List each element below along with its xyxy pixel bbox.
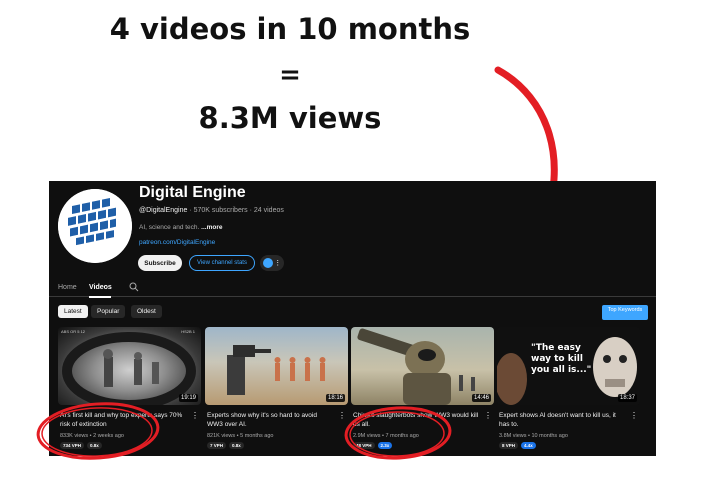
top-keywords-button[interactable]: Top Keywords: [602, 305, 648, 320]
view-channel-stats-button[interactable]: View channel stats: [189, 255, 255, 271]
multiplier-badge: 2.3x: [377, 442, 393, 449]
video-thumbnail[interactable]: 14:46: [351, 327, 494, 405]
subscribe-button[interactable]: Subscribe: [138, 255, 182, 271]
channel-tabs: Home Videos: [49, 279, 656, 298]
vph-badge: 8 VPH: [499, 442, 519, 449]
headline-equals: =: [279, 60, 301, 90]
video-card[interactable]: 18:16 Experts show why it's so hard to a…: [205, 327, 348, 449]
vph-badge: 48 VPH: [353, 442, 375, 449]
video-meta: 3.8M views • 10 months ago: [499, 433, 568, 439]
channel-name: Digital Engine: [139, 184, 246, 201]
channel-avatar[interactable]: [58, 189, 132, 263]
video-thumbnail[interactable]: ABS OR 5 12 HS2B 1 19:19: [58, 327, 201, 405]
multiplier-badge: 0.8x: [87, 442, 102, 449]
video-title[interactable]: AI's first kill and why top experts says…: [60, 411, 186, 429]
thumbnail-quote: "The easy way to kill you all is...": [531, 343, 592, 375]
tab-home[interactable]: Home: [58, 284, 77, 291]
headline-line-3: 8.3M views: [198, 101, 382, 135]
multiplier-badge: 0.8x: [229, 442, 244, 449]
active-tab-indicator: [89, 296, 111, 298]
extension-button[interactable]: ⋮: [260, 255, 284, 271]
multiplier-badge: 4.4x: [521, 442, 536, 449]
chip-latest[interactable]: Latest: [58, 305, 88, 318]
vph-badge: 734 VPH: [60, 442, 85, 449]
channel-stats: · 570K subscribers · 24 videos: [187, 207, 284, 214]
channel-description[interactable]: AI, science and tech. ...more: [139, 224, 222, 231]
more-link[interactable]: ...more: [199, 224, 222, 231]
channel-handle: @DigitalEngine: [139, 207, 188, 214]
video-menu-icon[interactable]: ⋮: [630, 411, 638, 420]
extension-icon: [262, 258, 273, 268]
video-meta: 2.9M views • 7 months ago: [353, 433, 419, 439]
more-vert-icon: ⋮: [274, 259, 282, 267]
video-title[interactable]: Experts show why it's so hard to avoid W…: [207, 411, 333, 429]
video-card[interactable]: "The easy way to kill you all is..." 18:…: [497, 327, 640, 449]
video-badges: 734 VPH 0.8x: [60, 442, 102, 449]
video-badges: 8 VPH 4.4x: [499, 442, 536, 449]
video-card[interactable]: 14:46 China's slaughterbots show WW3 wou…: [351, 327, 494, 449]
globe-logo-icon: [58, 189, 132, 263]
video-menu-icon[interactable]: ⋮: [191, 411, 199, 420]
video-menu-icon[interactable]: ⋮: [338, 411, 346, 420]
video-meta: 821K views • 5 months ago: [207, 433, 274, 439]
video-duration: 19:19: [178, 394, 198, 402]
chip-oldest[interactable]: Oldest: [131, 305, 162, 318]
video-menu-icon[interactable]: ⋮: [484, 411, 492, 420]
video-title[interactable]: China's slaughterbots show WW3 would kil…: [353, 411, 479, 429]
video-duration: 18:16: [325, 394, 345, 402]
video-badges: 7 VPH 0.8x: [207, 442, 244, 449]
video-thumbnail[interactable]: 18:16: [205, 327, 348, 405]
video-card[interactable]: ABS OR 5 12 HS2B 1 19:19 AI's first kill…: [58, 327, 201, 449]
video-badges: 48 VPH 2.3x: [353, 442, 393, 449]
vph-badge: 7 VPH: [207, 442, 227, 449]
headline-line-1: 4 videos in 10 months: [109, 12, 471, 46]
video-duration: 18:37: [617, 394, 637, 402]
video-meta: 833K views • 2 weeks ago: [60, 433, 124, 439]
video-title[interactable]: Expert shows AI doesn't want to kill us,…: [499, 411, 625, 429]
video-thumbnail[interactable]: "The easy way to kill you all is..." 18:…: [497, 327, 640, 405]
thumbnail-overlay-text: ABS OR 5 12: [61, 329, 86, 334]
channel-external-link[interactable]: patreon.com/DigitalEngine: [139, 239, 215, 246]
channel-description-text: AI, science and tech.: [139, 224, 200, 231]
video-duration: 14:46: [471, 394, 491, 402]
channel-meta: @DigitalEngine · 570K subscribers · 24 v…: [139, 207, 284, 214]
tab-videos[interactable]: Videos: [89, 284, 112, 291]
chip-popular[interactable]: Popular: [91, 305, 126, 318]
youtube-channel-screenshot: Digital Engine @DigitalEngine · 570K sub…: [49, 181, 656, 456]
search-icon[interactable]: [129, 282, 139, 292]
thumbnail-overlay-text: HS2B 1: [181, 329, 195, 334]
